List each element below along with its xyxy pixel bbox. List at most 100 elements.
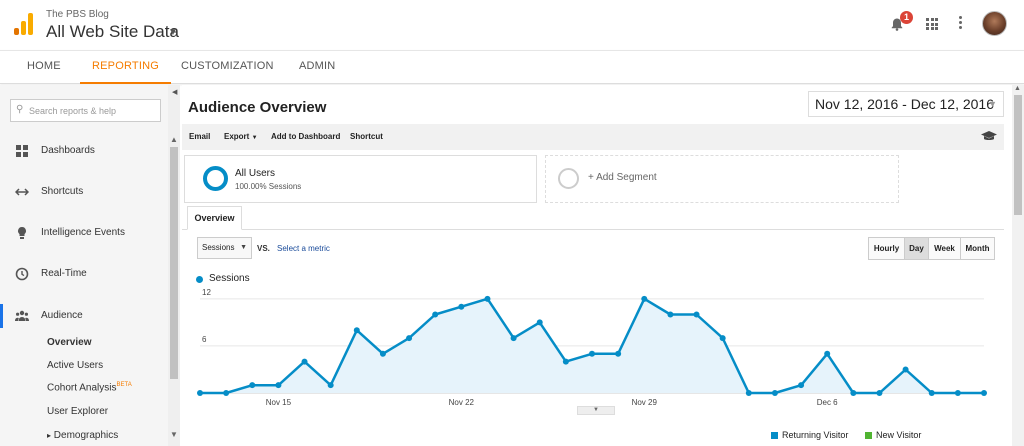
granularity-day[interactable]: Day [905,238,929,259]
granularity-month[interactable]: Month [961,238,994,259]
sidebar-item-dashboards[interactable]: Dashboards [0,137,168,165]
legend-swatch [196,276,203,283]
sidebar-item-label: Intelligence Events [41,227,125,238]
data-point [589,350,595,357]
shortcut-button[interactable]: Shortcut [350,132,383,141]
email-button[interactable]: Email [189,132,210,141]
sidebar-subitem-user-explorer[interactable]: User Explorer [47,406,108,417]
sessions-chart: 6 12 Nov 15 Nov 22 Nov 29 Dec 6 [197,288,987,407]
page-title: Audience Overview [188,99,327,116]
report-toolbar: Email Export ▼ Add to Dashboard Shortcut [182,124,1004,150]
sidebar-item-label: Audience [41,310,83,321]
tab-admin[interactable]: ADMIN [299,51,335,84]
sidebar: ⚲ Dashboards Shortcuts Intelligence Even… [0,85,180,446]
sidebar-item-audience[interactable]: Audience [0,302,168,330]
search-icon: ⚲ [16,104,24,115]
sidebar-subitem-overview[interactable]: Overview [47,337,91,348]
date-range-picker[interactable]: Nov 12, 2016 - Dec 12, 2016 ▼ [808,91,1004,117]
collapse-sidebar-icon[interactable]: ◀ [172,88,177,96]
main-scrollbar[interactable]: ▲ [1012,85,1024,446]
account-name[interactable]: The PBS Blog [46,9,109,20]
data-point [745,390,752,396]
graduation-cap-icon[interactable] [981,131,997,141]
tab-overview[interactable]: Overview [187,206,242,230]
sidebar-item-real-time[interactable]: Real-Time [0,260,168,288]
granularity-toggle: Hourly Day Week Month [868,237,995,260]
data-point [353,327,360,334]
granularity-hourly[interactable]: Hourly [869,238,905,259]
data-point [301,358,308,365]
legend-new-visitor[interactable]: New Visitor [865,430,921,440]
add-to-dashboard-button[interactable]: Add to Dashboard [271,132,340,141]
chart-expand-handle[interactable]: ▼ [577,406,615,415]
top-header: The PBS Blog All Web Site Data ▼ 1 [0,0,1024,50]
data-point [850,390,857,396]
data-point [902,366,909,373]
beta-badge: BETA [116,382,132,388]
data-point [379,350,386,357]
x-tick-label: Nov 15 [266,398,292,407]
sidebar-item-shortcuts[interactable]: Shortcuts [0,178,168,206]
data-point [824,350,831,357]
data-point [536,319,543,326]
dashboards-icon [16,145,28,157]
x-tick-label: Dec 6 [817,398,838,407]
scroll-thumb[interactable] [170,147,178,379]
scroll-up-icon[interactable]: ▲ [1014,85,1021,92]
legend-swatch [771,432,778,439]
caret-down-icon[interactable]: ▼ [168,27,178,38]
analytics-logo-icon[interactable] [14,13,34,35]
data-point [249,382,256,389]
tab-reporting[interactable]: REPORTING [80,51,171,84]
scroll-thumb[interactable] [1014,95,1022,215]
legend-label: Sessions [209,273,250,284]
segment-subtitle: 100.00% Sessions [235,182,302,191]
legend-swatch [865,432,872,439]
search-box[interactable]: ⚲ [10,99,161,122]
add-segment-label: + Add Segment [588,172,657,183]
data-point [327,382,334,389]
sidebar-scrollbar[interactable]: ▲ ▼ [168,85,180,446]
sub-item-label: Demographics [53,430,119,441]
people-icon [15,310,29,321]
sidebar-subitem-cohort-analysis[interactable]: Cohort AnalysisBETA [47,382,132,393]
data-point [954,390,961,396]
sidebar-item-intelligence-events[interactable]: Intelligence Events [0,219,168,247]
sidebar-item-label: Real-Time [41,268,87,279]
expand-arrow-icon: ▸ [47,431,52,440]
property-selector[interactable]: All Web Site Data [46,22,179,42]
sub-item-label: Cohort Analysis [47,382,117,394]
sidebar-subitem-demographics[interactable]: ▸ Demographics [47,430,118,441]
search-input[interactable] [29,103,157,118]
data-point [615,350,622,357]
granularity-week[interactable]: Week [929,238,961,259]
data-point [432,311,439,318]
select-metric-link[interactable]: Select a metric [277,244,330,253]
export-label: Export [224,132,250,141]
avatar[interactable] [982,11,1007,36]
data-point [719,335,726,342]
caret-down-icon: ▼ [240,244,247,251]
legend-label: New Visitor [876,430,922,440]
legend-returning-visitor[interactable]: Returning Visitor [771,430,848,440]
main-nav: HOME REPORTING CUSTOMIZATION ADMIN [0,50,1024,84]
segment-all-users[interactable]: All Users 100.00% Sessions [184,155,537,203]
tab-customization[interactable]: CUSTOMIZATION [181,51,274,84]
segment-title: All Users [235,168,276,179]
tab-home[interactable]: HOME [27,51,61,84]
data-point [562,358,569,365]
metric-select[interactable]: Sessions ▼ [197,237,252,259]
sidebar-subitem-active-users[interactable]: Active Users [47,360,103,371]
export-button[interactable]: Export ▼ [224,132,258,141]
metric-select-label: Sessions [202,243,235,252]
apps-grid-icon[interactable] [926,18,938,30]
vs-label: VS. [257,244,270,253]
data-point [197,390,203,396]
data-point [693,311,700,318]
add-segment-button[interactable]: + Add Segment [545,155,899,203]
date-range-label: Nov 12, 2016 - Dec 12, 2016 [815,96,995,112]
more-options-icon[interactable] [959,16,963,30]
scroll-down-icon[interactable]: ▼ [170,430,178,439]
data-point [275,382,282,389]
scroll-up-icon[interactable]: ▲ [170,135,178,144]
